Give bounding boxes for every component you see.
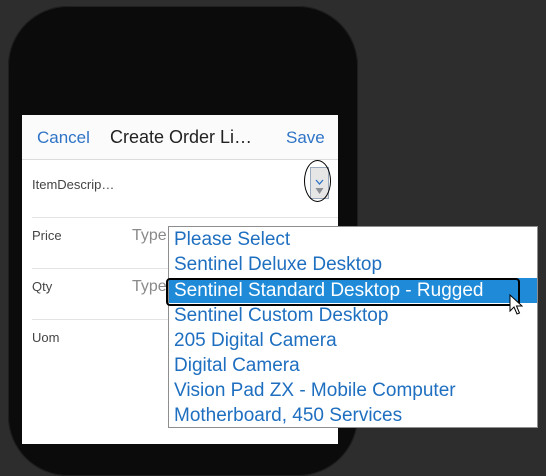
item-dropdown-list[interactable]: Please Select Sentinel Deluxe Desktop Se… — [166, 226, 538, 428]
mouse-pointer-icon — [509, 294, 523, 315]
highlight-ellipse — [304, 160, 331, 202]
item-description-label: ItemDescrip… — [32, 177, 115, 192]
selection-outline — [166, 278, 520, 306]
dropdown-option[interactable]: Sentinel Custom Desktop — [169, 303, 537, 328]
item-description-row: ItemDescrip… — [32, 160, 338, 218]
dropdown-option[interactable]: 205 Digital Camera — [169, 328, 537, 353]
uom-label: Uom — [32, 330, 60, 345]
dropdown-option[interactable]: Sentinel Deluxe Desktop — [169, 252, 537, 277]
qty-label: Qty — [32, 279, 53, 294]
save-button[interactable]: Save — [286, 128, 325, 148]
dropdown-option[interactable]: Please Select — [169, 227, 537, 252]
dropdown-option[interactable]: Motherboard, 450 Services — [169, 403, 537, 428]
dropdown-option[interactable]: Vision Pad ZX - Mobile Computer — [169, 378, 537, 403]
cancel-button[interactable]: Cancel — [37, 128, 90, 148]
nav-header: Cancel Create Order Li… Save — [22, 115, 338, 160]
price-label: Price — [32, 228, 62, 243]
dropdown-option[interactable]: Digital Camera — [169, 353, 537, 378]
page-title: Create Order Li… — [110, 127, 253, 147]
